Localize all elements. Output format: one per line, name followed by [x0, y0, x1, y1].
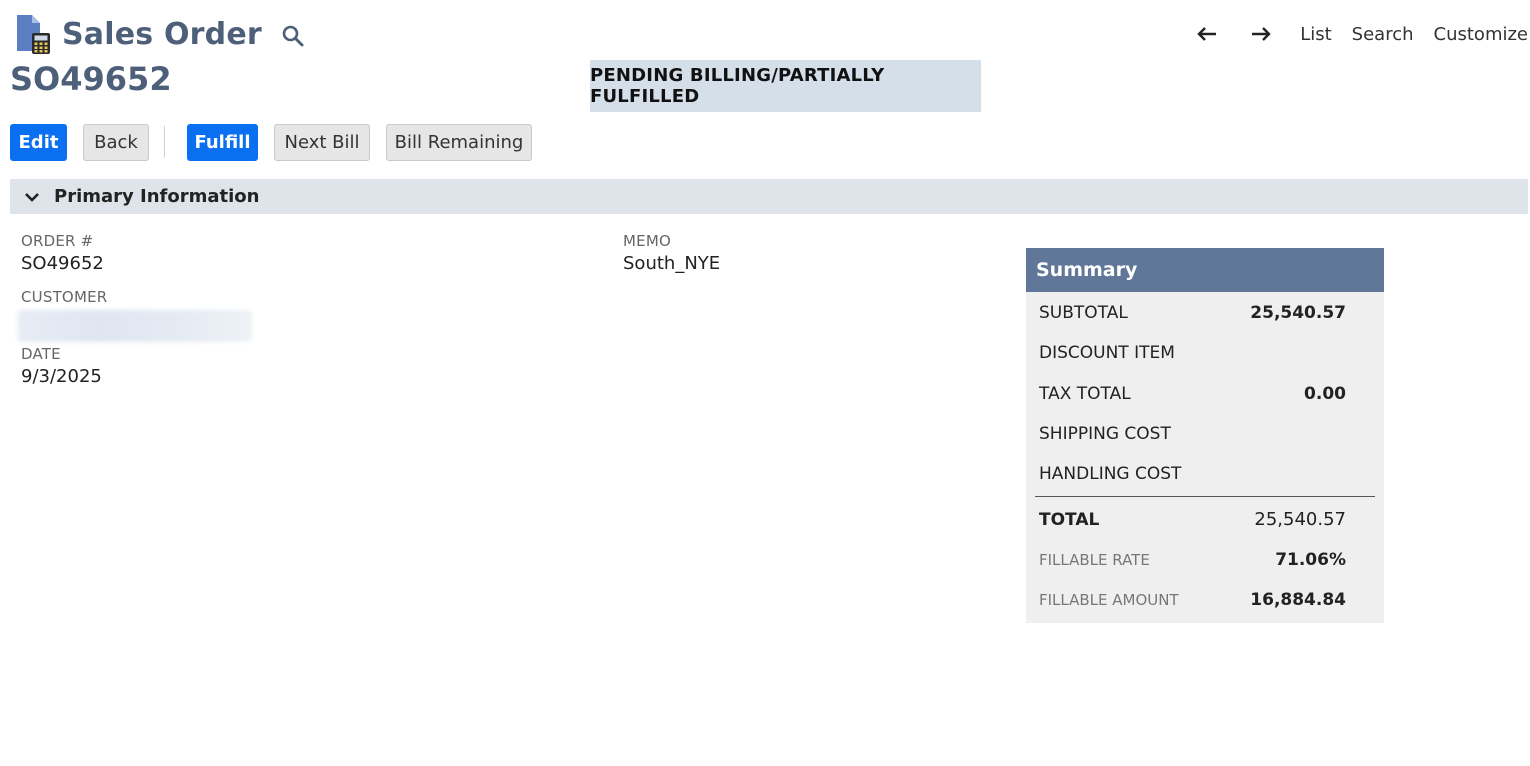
- status-badge: PENDING BILLING/PARTIALLY FULFILLED: [590, 60, 981, 112]
- customer-value-redacted[interactable]: [18, 310, 252, 342]
- summary-row-handling: HANDLING COST: [1039, 464, 1346, 484]
- section-title: Primary Information: [54, 186, 260, 207]
- edit-button[interactable]: Edit: [10, 124, 67, 161]
- summary-row-fillable-rate: FILLABLE RATE 71.06%: [1039, 550, 1346, 570]
- summary-value: 25,540.57: [1254, 509, 1346, 530]
- order-number-field: ORDER # SO49652: [21, 232, 104, 274]
- summary-value: 16,884.84: [1250, 590, 1346, 610]
- date-field: DATE 9/3/2025: [21, 345, 102, 387]
- field-label: DATE: [21, 345, 61, 363]
- bill-remaining-button[interactable]: Bill Remaining: [386, 124, 532, 161]
- field-label: ORDER #: [21, 232, 94, 250]
- summary-value: 0.00: [1304, 384, 1346, 404]
- summary-value: 25,540.57: [1250, 303, 1346, 323]
- summary-label: TOTAL: [1039, 509, 1100, 530]
- summary-row-fillable-amount: FILLABLE AMOUNT 16,884.84: [1039, 590, 1346, 610]
- page-type-title: Sales Order: [62, 16, 262, 52]
- field-value: 9/3/2025: [21, 366, 102, 387]
- field-label: CUSTOMER: [21, 288, 108, 306]
- customize-link[interactable]: Customize: [1434, 24, 1528, 45]
- summary-label: FILLABLE RATE: [1039, 551, 1150, 569]
- summary-row-discount: DISCOUNT ITEM: [1039, 343, 1346, 363]
- back-button[interactable]: Back: [83, 124, 149, 161]
- summary-divider: [1035, 496, 1375, 497]
- chevron-down-icon[interactable]: [24, 189, 40, 205]
- summary-label: FILLABLE AMOUNT: [1039, 591, 1179, 609]
- search-link[interactable]: Search: [1352, 24, 1414, 45]
- record-navigation: List Search Customize: [1192, 18, 1528, 50]
- summary-label: HANDLING COST: [1039, 464, 1182, 484]
- arrow-right-icon[interactable]: [1246, 22, 1276, 46]
- summary-label: SUBTOTAL: [1039, 303, 1128, 323]
- summary-label: TAX TOTAL: [1039, 384, 1131, 404]
- field-value: South_NYE: [623, 253, 721, 274]
- summary-row-subtotal: SUBTOTAL 25,540.57: [1039, 303, 1346, 323]
- field-label: MEMO: [623, 232, 671, 250]
- page-title-row: Sales Order: [14, 10, 306, 58]
- summary-panel: Summary SUBTOTAL 25,540.57 DISCOUNT ITEM…: [1026, 248, 1384, 623]
- customer-field: CUSTOMER: [18, 288, 252, 342]
- memo-field: MEMO South_NYE: [623, 232, 720, 274]
- record-number: SO49652: [10, 60, 172, 98]
- search-icon[interactable]: [280, 23, 306, 49]
- next-bill-button[interactable]: Next Bill: [274, 124, 370, 161]
- summary-row-total: TOTAL 25,540.57: [1039, 509, 1346, 530]
- summary-title: Summary: [1026, 248, 1384, 292]
- button-divider: [164, 126, 165, 158]
- arrow-left-icon[interactable]: [1192, 22, 1222, 46]
- primary-information-header[interactable]: Primary Information: [10, 179, 1528, 214]
- summary-row-tax: TAX TOTAL 0.00: [1039, 384, 1346, 404]
- fulfill-button[interactable]: Fulfill: [187, 124, 258, 161]
- summary-value: 71.06%: [1275, 550, 1346, 570]
- list-link[interactable]: List: [1300, 24, 1331, 45]
- summary-label: SHIPPING COST: [1039, 424, 1171, 444]
- field-value: SO49652: [21, 253, 104, 274]
- sales-order-document-icon: [14, 13, 52, 55]
- summary-row-shipping: SHIPPING COST: [1039, 424, 1346, 444]
- summary-label: DISCOUNT ITEM: [1039, 343, 1175, 363]
